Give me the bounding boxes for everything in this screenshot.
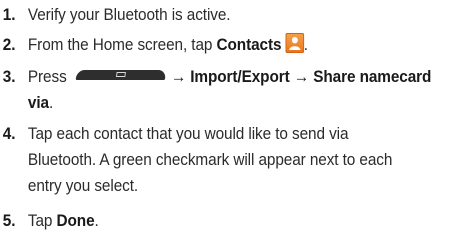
step-number: 1. bbox=[2, 6, 16, 24]
step-4: 4. Tap each contact that you would like … bbox=[0, 121, 432, 199]
step-2-suffix: . bbox=[303, 36, 308, 54]
step-4-line-3: entry you select. bbox=[27, 177, 139, 195]
step-3: 3. Press → Import/Export → Share namecard… bbox=[0, 64, 432, 116]
step-number: 3. bbox=[2, 68, 16, 86]
step-text: Verify your Bluetooth is active. bbox=[28, 2, 432, 28]
step-text: Tap Done. bbox=[28, 208, 432, 234]
menu-path-label-cont: via bbox=[27, 94, 49, 112]
step-1-text: Verify your Bluetooth is active. bbox=[27, 6, 231, 24]
step-5-suffix: . bbox=[94, 212, 99, 230]
step-text: Tap each contact that you would like to … bbox=[28, 121, 432, 199]
step-5: 5. Tap Done. bbox=[0, 208, 432, 234]
step-2-prefix: From the Home screen, tap bbox=[27, 36, 217, 54]
step-2: 2. From the Home screen, tap Contacts. bbox=[0, 32, 432, 58]
step-text: Press → Import/Export → Share namecard via… bbox=[28, 64, 432, 116]
instruction-list: 1. Verify your Bluetooth is active. 2. F… bbox=[0, 0, 470, 240]
contacts-app-icon bbox=[285, 33, 304, 53]
step-number: 5. bbox=[2, 212, 16, 230]
step-5-prefix: Tap bbox=[27, 212, 57, 230]
step-number: 2. bbox=[2, 36, 16, 54]
menu-path-label: → Import/Export → Share namecard bbox=[170, 68, 432, 86]
step-4-line-1: Tap each contact that you would like to … bbox=[27, 125, 349, 143]
step-3-suffix: . bbox=[48, 94, 54, 112]
contacts-label: Contacts bbox=[216, 36, 282, 54]
done-label: Done bbox=[56, 212, 95, 230]
menu-key-icon bbox=[75, 70, 166, 80]
step-number: 4. bbox=[2, 125, 16, 143]
step-3-prefix: Press bbox=[27, 68, 67, 86]
step-4-line-2: Bluetooth. A green checkmark will appear… bbox=[27, 151, 393, 169]
step-text: From the Home screen, tap Contacts. bbox=[28, 32, 432, 58]
step-1: 1. Verify your Bluetooth is active. bbox=[0, 2, 432, 28]
